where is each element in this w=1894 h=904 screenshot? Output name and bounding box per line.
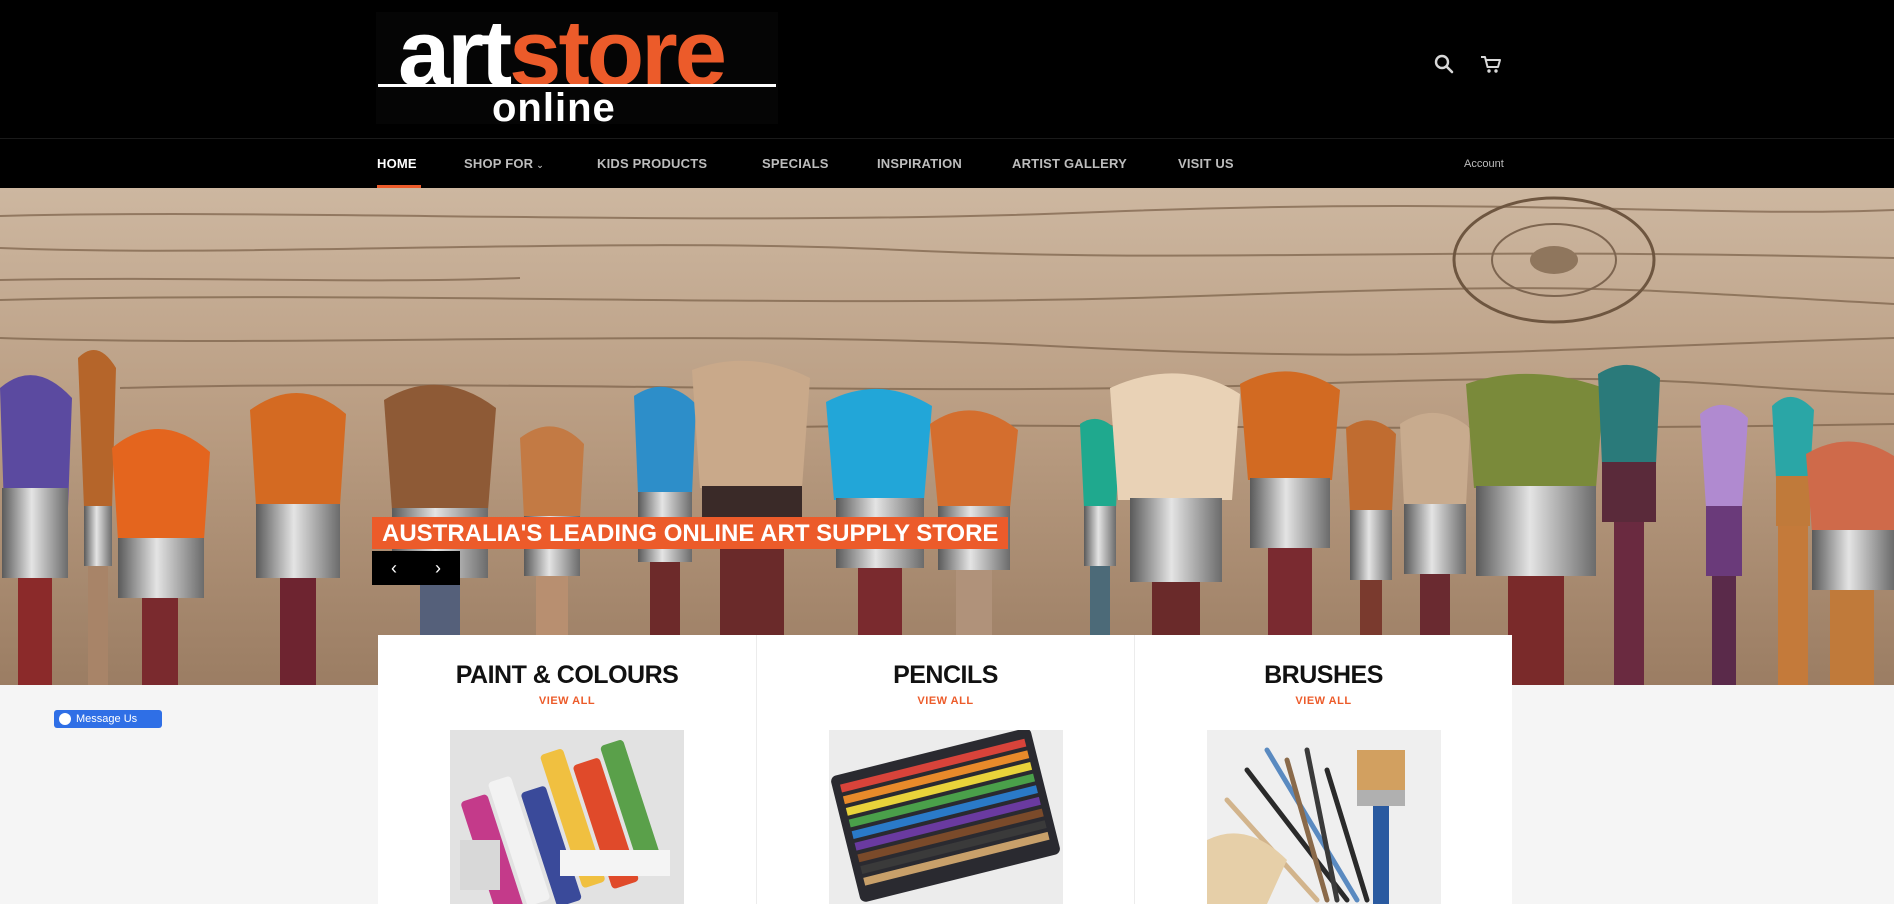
- brushes-image[interactable]: [1207, 730, 1441, 904]
- slider-next-button[interactable]: ›: [416, 551, 460, 585]
- paint-tubes-image[interactable]: [450, 730, 684, 904]
- hero-caption: AUSTRALIA'S LEADING ONLINE ART SUPPLY ST…: [372, 517, 1009, 549]
- messenger-icon: [59, 713, 71, 725]
- nav-item-visit-us[interactable]: VISIT US: [1178, 156, 1234, 171]
- category-title: BRUSHES: [1264, 661, 1383, 689]
- nav-item-shop-for[interactable]: SHOP FOR ⌄: [464, 156, 544, 171]
- messenger-button[interactable]: Message Us: [54, 710, 162, 728]
- messenger-label: Message Us: [76, 713, 138, 725]
- logo-online-text: online: [492, 86, 616, 130]
- store-logo[interactable]: artstore online: [376, 6, 778, 128]
- main-navigation: HOME SHOP FOR ⌄ KIDS PRODUCTS SPECIALS IN…: [0, 138, 1894, 188]
- category-card-paint[interactable]: PAINT & COLOURS VIEW ALL: [378, 635, 756, 904]
- category-card-pencils[interactable]: PENCILS VIEW ALL: [756, 635, 1134, 904]
- category-title: PAINT & COLOURS: [455, 661, 679, 689]
- category-grid: PAINT & COLOURS VIEW ALL PENCILS VIEW AL…: [378, 635, 1514, 904]
- nav-item-inspiration[interactable]: INSPIRATION: [877, 156, 962, 171]
- nav-item-kids-products[interactable]: KIDS PRODUCTS: [597, 156, 707, 171]
- category-card-brushes[interactable]: BRUSHES VIEW ALL: [1134, 635, 1512, 904]
- hero-slider: AUSTRALIA'S LEADING ONLINE ART SUPPLY ST…: [0, 188, 1894, 685]
- view-all-link[interactable]: VIEW ALL: [378, 695, 756, 707]
- nav-item-shop-for-label: SHOP FOR: [464, 156, 534, 171]
- slider-prev-button[interactable]: ‹: [372, 551, 416, 585]
- view-all-link[interactable]: VIEW ALL: [1135, 695, 1512, 707]
- category-title: PENCILS: [893, 661, 998, 689]
- hero-image: [0, 188, 1894, 685]
- nav-item-artist-gallery[interactable]: ARTIST GALLERY: [1012, 156, 1127, 171]
- cart-icon[interactable]: [1479, 52, 1503, 76]
- slider-controls: ‹ ›: [372, 551, 460, 585]
- view-all-link[interactable]: VIEW ALL: [757, 695, 1134, 707]
- nav-item-home[interactable]: HOME: [377, 156, 417, 171]
- account-link[interactable]: Account: [1464, 158, 1504, 170]
- chevron-down-icon: ⌄: [536, 160, 545, 170]
- search-icon[interactable]: [1432, 52, 1456, 76]
- site-header: artstore online: [0, 0, 1894, 138]
- nav-item-specials[interactable]: SPECIALS: [762, 156, 829, 171]
- pencils-image[interactable]: [829, 730, 1063, 904]
